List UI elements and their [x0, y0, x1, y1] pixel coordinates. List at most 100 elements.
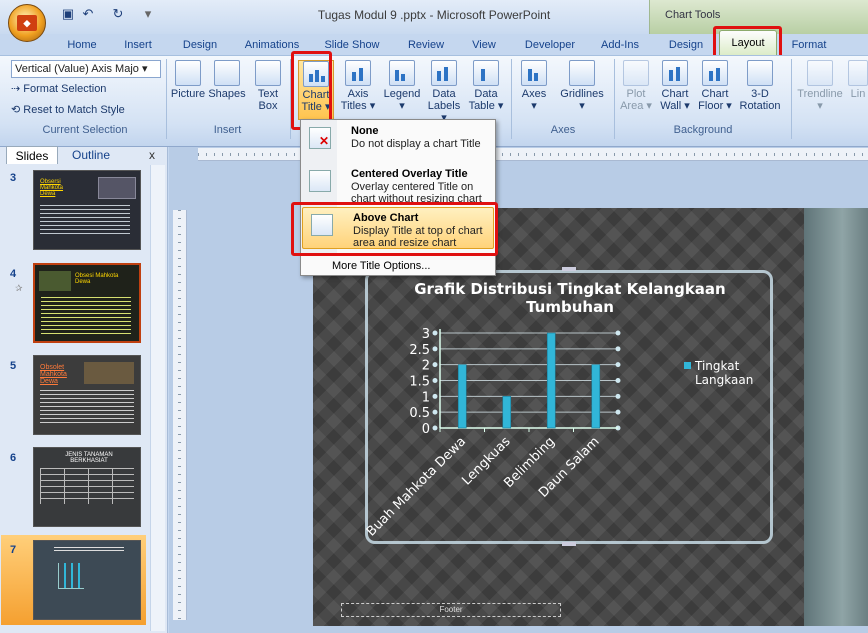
chart-title[interactable]: Grafik Distribusi Tingkat Kelangkaan Tum… [400, 280, 740, 316]
slide-thumbnail-5[interactable]: Obsolet Mahkota Dewa [33, 355, 141, 435]
tab-outline[interactable]: Outline [62, 146, 120, 164]
axis-handle [432, 346, 438, 352]
legend-icon [389, 60, 415, 86]
trendline-button[interactable]: Trendline ▾ [794, 60, 846, 112]
bar [457, 364, 467, 429]
chart-plot[interactable]: 00.511.522.53Buah Mahkota DewaLengkuasBe… [360, 320, 690, 550]
gridlines-button[interactable]: Gridlines ▾ [556, 60, 608, 112]
tab-design[interactable]: Design [180, 36, 220, 54]
customize-qat-icon[interactable]: ▾ [140, 6, 156, 22]
gridline-handle [615, 393, 621, 399]
axis-handle [432, 409, 438, 415]
lines-button[interactable]: Lin [848, 60, 868, 100]
chart-floor-label-2: Floor ▾ [698, 100, 732, 112]
tab-layout[interactable]: Layout [719, 30, 777, 55]
y-tick-label: 0 [422, 422, 430, 437]
data-table-label-2: Table ▾ [468, 100, 504, 112]
shapes-label: Shapes [208, 88, 246, 100]
reset-style-label: Reset to Match Style [23, 104, 125, 116]
text-box-label-1: Text [257, 88, 279, 100]
horizontal-ruler [198, 148, 868, 161]
tab-slide-show[interactable]: Slide Show [320, 36, 384, 54]
tab-format[interactable]: Format [786, 36, 832, 54]
trendline-icon [807, 60, 833, 86]
format-selection-button[interactable]: ⇢ Format Selection [11, 82, 106, 95]
menu-item-none[interactable]: ✕ None Do not display a chart Title [301, 121, 493, 163]
vertical-ruler [173, 210, 187, 620]
axes-arrow: ▾ [531, 100, 537, 112]
group-label-axes: Axes [550, 124, 576, 136]
window-title: Tugas Modul 9 .pptx - Microsoft PowerPoi… [317, 8, 551, 22]
bar [591, 364, 601, 429]
close-pane-icon[interactable]: x [145, 146, 159, 164]
thumb-table [40, 468, 134, 504]
save-icon[interactable]: ▣ [60, 6, 76, 22]
tab-view[interactable]: View [464, 36, 504, 54]
axis-titles-label-1: Axis [347, 88, 369, 100]
legend-button[interactable]: Legend ▾ [381, 60, 423, 112]
chart-title-button[interactable]: Chart Title ▾ [298, 60, 334, 120]
menu-separator [306, 255, 490, 256]
redo-icon[interactable]: ↻ [110, 6, 126, 22]
slide-number: 3 [10, 172, 17, 184]
format-selection-label: Format Selection [23, 83, 107, 95]
chart-legend[interactable]: Tingkat Langkaan [684, 359, 755, 387]
tab-add-ins[interactable]: Add-Ins [597, 36, 643, 54]
plot-area-button[interactable]: Plot Area ▾ [620, 60, 652, 112]
slide-thumbnail-6[interactable]: JENIS TANAMAN BERKHASIAT [33, 447, 141, 527]
axis-handle [432, 378, 438, 383]
axis-titles-button[interactable]: Axis Titles ▾ [340, 60, 376, 112]
chart-wall-button[interactable]: Chart Wall ▾ [658, 60, 692, 112]
axes-label: Axes [521, 88, 547, 100]
tab-chart-design[interactable]: Design [664, 36, 708, 54]
pane-scrollbar[interactable] [150, 165, 165, 631]
menu-item-title: Centered Overlay Title [351, 168, 468, 180]
3d-rotation-button[interactable]: 3-D Rotation [734, 60, 786, 112]
reset-to-match-style-button[interactable]: ⟲ Reset to Match Style [11, 103, 125, 116]
thumb-chart [58, 563, 84, 589]
group-separator [290, 59, 291, 139]
menu-item-above-chart[interactable]: Above Chart Display Title at top of chart… [302, 207, 494, 249]
office-logo-icon: ◆ [17, 15, 37, 31]
footer-placeholder[interactable]: Footer [341, 603, 561, 617]
shapes-button[interactable]: Shapes [208, 60, 246, 100]
more-title-options[interactable]: More Title Options... [332, 260, 430, 272]
text-box-button[interactable]: Text Box [252, 60, 284, 112]
data-labels-button[interactable]: Data Labels ▾ [424, 60, 464, 124]
chart-resize-handle[interactable] [562, 267, 576, 271]
axis-handle [432, 362, 438, 368]
thumb-text-lines [40, 205, 130, 235]
3d-rotation-label-1: 3-D [751, 88, 769, 100]
gridline-handle [615, 346, 621, 352]
above-title-icon [311, 214, 333, 236]
chart-wall-icon [662, 60, 688, 86]
chart-element-dropdown[interactable]: Vertical (Value) Axis Majo ▾ [11, 60, 161, 78]
lines-label: Lin [850, 88, 866, 100]
lines-icon [848, 60, 868, 86]
office-button[interactable]: ◆ [8, 4, 46, 42]
menu-item-centered-overlay[interactable]: Centered Overlay Title Overlay centered T… [301, 164, 493, 208]
tab-developer[interactable]: Developer [520, 36, 580, 54]
undo-icon[interactable]: ↶ [80, 6, 96, 22]
tab-slides[interactable]: Slides [6, 146, 58, 164]
picture-label: Picture [170, 88, 206, 100]
slide-thumbnail-3[interactable]: Obsersi Mahkota Dewa [33, 170, 141, 250]
chart-floor-button[interactable]: Chart Floor ▾ [696, 60, 734, 112]
tab-animations[interactable]: Animations [240, 36, 304, 54]
slide-number: 7 [10, 544, 17, 556]
chart-wall-label-2: Wall ▾ [660, 100, 690, 112]
picture-button[interactable]: Picture [170, 60, 206, 100]
overlay-title-icon [309, 170, 331, 192]
slide-thumbnail-7[interactable] [33, 540, 141, 620]
axes-button[interactable]: Axes ▾ [518, 60, 550, 112]
text-box-icon [255, 60, 281, 86]
plot-area-label-2: Area ▾ [620, 100, 652, 112]
data-table-button[interactable]: Data Table ▾ [466, 60, 506, 112]
tab-home[interactable]: Home [62, 36, 102, 54]
tab-insert[interactable]: Insert [118, 36, 158, 54]
menu-item-desc: Do not display a chart Title [351, 138, 481, 150]
slide-thumbnail-4[interactable]: Obsesi Mahkota Dewa [33, 263, 141, 343]
group-label-background: Background [673, 124, 733, 136]
tab-review[interactable]: Review [404, 36, 448, 54]
legend-label-1: Legend [383, 88, 421, 100]
